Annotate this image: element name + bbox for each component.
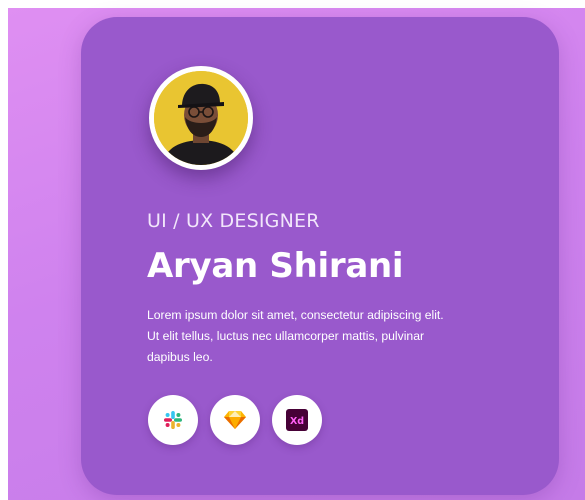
xd-label: Xd	[290, 416, 304, 427]
sketch-button[interactable]	[210, 395, 260, 445]
slack-icon	[164, 411, 182, 429]
bio-line: Lorem ipsum dolor sit amet, consectetur …	[147, 308, 444, 322]
person-photo-icon	[154, 71, 248, 165]
bio-line: dapibus leo.	[147, 350, 213, 364]
slack-button[interactable]	[148, 395, 198, 445]
profile-bio: Lorem ipsum dolor sit amet, consectetur …	[147, 305, 497, 368]
adobe-xd-icon: Xd	[286, 409, 308, 431]
role-title: UI / UX DESIGNER	[147, 210, 320, 232]
profile-name: Aryan Shirani	[147, 246, 404, 286]
sketch-icon	[224, 411, 246, 429]
adobe-xd-button[interactable]: Xd	[272, 395, 322, 445]
avatar	[149, 66, 253, 170]
bio-line: Ut elit tellus, luctus nec ullamcorper m…	[147, 329, 425, 343]
